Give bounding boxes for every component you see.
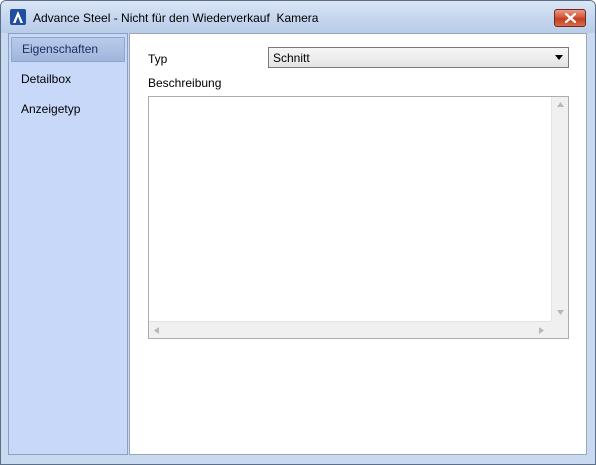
horizontal-scrollbar[interactable] xyxy=(149,321,551,338)
scroll-up-button[interactable] xyxy=(552,97,569,114)
properties-panel: Typ Schnitt Beschreibung xyxy=(129,33,587,455)
scroll-down-button[interactable] xyxy=(552,305,569,322)
scroll-right-button[interactable] xyxy=(534,322,551,339)
close-button[interactable] xyxy=(554,9,586,27)
vertical-scrollbar[interactable] xyxy=(551,97,568,322)
typ-label: Typ xyxy=(148,52,168,66)
sidebar-item-anzeigetyp[interactable]: Anzeigetyp xyxy=(11,97,125,122)
chevron-down-icon xyxy=(555,55,563,60)
window-title: Advance Steel - Nicht für den Wiederverk… xyxy=(33,11,319,25)
scroll-right-arrow-icon xyxy=(539,327,544,334)
close-icon xyxy=(565,13,576,23)
beschreibung-label: Beschreibung xyxy=(148,76,222,90)
scroll-down-arrow-icon xyxy=(557,310,564,315)
sidebar-item-detailbox[interactable]: Detailbox xyxy=(11,67,125,92)
beschreibung-textarea[interactable] xyxy=(148,96,569,339)
dialog-window: Advance Steel - Nicht für den Wiederverk… xyxy=(0,0,596,465)
scroll-left-arrow-icon xyxy=(154,327,159,334)
sidebar: Eigenschaften Detailbox Anzeigetyp xyxy=(8,33,128,455)
scrollbar-corner xyxy=(551,321,568,338)
typ-dropdown-value: Schnitt xyxy=(273,51,310,65)
advance-steel-logo-icon xyxy=(10,9,26,25)
scroll-left-button[interactable] xyxy=(149,322,166,339)
sidebar-item-eigenschaften[interactable]: Eigenschaften xyxy=(11,37,125,62)
title-bar[interactable]: Advance Steel - Nicht für den Wiederverk… xyxy=(1,1,595,33)
typ-dropdown[interactable]: Schnitt xyxy=(268,47,569,68)
scroll-up-arrow-icon xyxy=(557,102,564,107)
